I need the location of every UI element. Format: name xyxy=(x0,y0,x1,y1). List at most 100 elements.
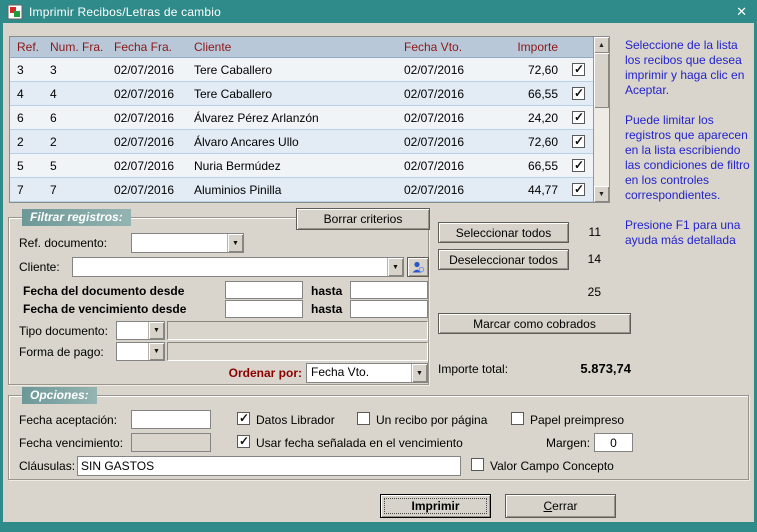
un-recibo-label: Un recibo por página xyxy=(376,413,487,427)
datos-librador-checkbox[interactable]: ✓ xyxy=(237,412,250,425)
table-row[interactable]: 3 3 02/07/2016 Tere Caballero 02/07/2016… xyxy=(10,58,609,82)
cerrar-button[interactable]: Cerrar xyxy=(505,494,616,518)
checkmark-icon: ✓ xyxy=(239,411,249,425)
hasta-label-1: hasta xyxy=(311,284,342,298)
scroll-down-icon[interactable]: ▼ xyxy=(594,186,609,202)
col-header-num-fra[interactable]: Num. Fra. xyxy=(48,40,112,54)
clausulas-input[interactable] xyxy=(77,456,461,476)
cell-importe: 44,77 xyxy=(498,183,564,197)
select-all-button[interactable]: Seleccionar todos xyxy=(438,222,569,243)
checkmark-icon: ✓ xyxy=(239,434,249,448)
cell-cliente: Aluminios Pinilla xyxy=(192,183,402,197)
papel-preimpreso-checkbox[interactable] xyxy=(511,412,524,425)
fecha-doc-hasta-input[interactable] xyxy=(350,281,428,299)
chevron-down-icon[interactable]: ▼ xyxy=(411,364,427,382)
cell-fecha-vto: 02/07/2016 xyxy=(402,183,498,197)
deselect-all-button[interactable]: Deseleccionar todos xyxy=(438,249,569,270)
fecha-venc-desde-input[interactable] xyxy=(225,300,303,318)
ref-doc-combo[interactable]: ▼ xyxy=(131,233,244,253)
help-paragraph-2: Puede limitar los registros que aparecen… xyxy=(625,113,751,203)
title-bar[interactable]: Imprimir Recibos/Letras de cambio ✕ xyxy=(0,0,757,23)
scrollbar-thumb[interactable] xyxy=(594,53,609,108)
datos-librador-label: Datos Librador xyxy=(256,413,335,427)
cell-ref: 5 xyxy=(10,159,48,173)
tipo-doc-combo[interactable]: ▼ xyxy=(116,321,165,340)
scroll-up-icon[interactable]: ▲ xyxy=(594,37,609,53)
row-select-checkbox[interactable]: ✓ xyxy=(572,159,585,172)
cell-fecha-fra: 02/07/2016 xyxy=(112,111,192,125)
valor-campo-label: Valor Campo Concepto xyxy=(490,459,614,473)
table-row[interactable]: 2 2 02/07/2016 Álvaro Ancares Ullo 02/07… xyxy=(10,130,609,154)
checkmark-icon: ✓ xyxy=(574,111,584,124)
cell-fecha-fra: 02/07/2016 xyxy=(112,183,192,197)
checkmark-icon: ✓ xyxy=(574,183,584,196)
table-row[interactable]: 7 7 02/07/2016 Aluminios Pinilla 02/07/2… xyxy=(10,178,609,202)
margen-input[interactable] xyxy=(594,433,633,452)
clausulas-label: Cláusulas: xyxy=(19,459,75,473)
fecha-aceptacion-input[interactable] xyxy=(131,410,211,429)
cliente-value xyxy=(73,258,387,276)
cell-fecha-fra: 02/07/2016 xyxy=(112,159,192,173)
cell-importe: 24,20 xyxy=(498,111,564,125)
fecha-aceptacion-label: Fecha aceptación: xyxy=(19,413,117,427)
imprimir-button[interactable]: Imprimir xyxy=(380,494,491,518)
col-header-ref[interactable]: Ref. xyxy=(10,40,48,54)
col-header-cliente[interactable]: Cliente xyxy=(192,40,402,54)
forma-pago-value xyxy=(117,343,148,360)
usar-fecha-checkbox[interactable]: ✓ xyxy=(237,435,250,448)
table-row[interactable]: 5 5 02/07/2016 Nuria Bermúdez 02/07/2016… xyxy=(10,154,609,178)
person-search-icon xyxy=(411,260,425,274)
cell-importe: 72,60 xyxy=(498,135,564,149)
row-select-checkbox[interactable]: ✓ xyxy=(572,87,585,100)
row-select-checkbox[interactable]: ✓ xyxy=(572,183,585,196)
checkmark-icon: ✓ xyxy=(574,87,584,100)
fecha-venc-hasta-input[interactable] xyxy=(350,300,428,318)
col-header-fecha-vto[interactable]: Fecha Vto. xyxy=(402,40,498,54)
chevron-down-icon[interactable]: ▼ xyxy=(148,322,164,339)
papel-preimpreso-label: Papel preimpreso xyxy=(530,413,624,427)
row-select-checkbox[interactable]: ✓ xyxy=(572,63,585,76)
ordenar-por-combo[interactable]: Fecha Vto. ▼ xyxy=(306,363,428,383)
col-header-importe[interactable]: Importe xyxy=(498,40,564,54)
table-scrollbar[interactable]: ▲ ▼ xyxy=(593,37,609,202)
forma-pago-combo[interactable]: ▼ xyxy=(116,342,165,361)
chevron-down-icon[interactable]: ▼ xyxy=(148,343,164,360)
help-paragraph-1: Seleccione de la lista los recibos que d… xyxy=(625,38,751,98)
fecha-vencimiento-input xyxy=(131,433,211,452)
forma-pago-description-box xyxy=(167,342,428,361)
ordenar-por-label: Ordenar por: xyxy=(209,366,302,380)
hasta-label-2: hasta xyxy=(311,302,342,316)
clear-criteria-button[interactable]: Borrar criterios xyxy=(296,208,430,230)
options-group: Opciones: Fecha aceptación: ✓ Datos Libr… xyxy=(8,395,749,480)
chevron-down-icon[interactable]: ▼ xyxy=(227,234,243,252)
col-header-fecha-fra[interactable]: Fecha Fra. xyxy=(112,40,192,54)
cell-importe: 66,55 xyxy=(498,159,564,173)
fecha-doc-desde-input[interactable] xyxy=(225,281,303,299)
tipo-doc-description-box xyxy=(167,321,428,340)
app-icon xyxy=(7,4,23,20)
ordenar-por-value: Fecha Vto. xyxy=(307,364,411,382)
importe-total-label: Importe total: xyxy=(438,362,508,376)
close-icon[interactable]: ✕ xyxy=(733,5,750,18)
valor-campo-checkbox[interactable] xyxy=(471,458,484,471)
row-select-checkbox[interactable]: ✓ xyxy=(572,135,585,148)
cell-cliente: Tere Caballero xyxy=(192,63,402,77)
cliente-lookup-button[interactable] xyxy=(407,257,429,277)
chevron-down-icon[interactable]: ▼ xyxy=(387,258,403,276)
cell-fecha-vto: 02/07/2016 xyxy=(402,87,498,101)
cliente-combo[interactable]: ▼ xyxy=(72,257,404,277)
table-row[interactable]: 6 6 02/07/2016 Álvarez Pérez Arlanzón 02… xyxy=(10,106,609,130)
cell-num: 2 xyxy=(48,135,112,149)
row-select-checkbox[interactable]: ✓ xyxy=(572,111,585,124)
fecha-vencimiento-label: Fecha vencimiento: xyxy=(19,436,123,450)
cell-fecha-vto: 02/07/2016 xyxy=(402,135,498,149)
cliente-label: Cliente: xyxy=(19,260,60,274)
un-recibo-checkbox[interactable] xyxy=(357,412,370,425)
cell-fecha-vto: 02/07/2016 xyxy=(402,159,498,173)
filter-group-label: Filtrar registros: xyxy=(22,209,131,226)
mark-paid-button[interactable]: Marcar como cobrados xyxy=(438,313,631,334)
cell-num: 7 xyxy=(48,183,112,197)
cell-fecha-fra: 02/07/2016 xyxy=(112,135,192,149)
table-row[interactable]: 4 4 02/07/2016 Tere Caballero 02/07/2016… xyxy=(10,82,609,106)
fecha-doc-desde-label: Fecha del documento desde xyxy=(23,284,184,298)
